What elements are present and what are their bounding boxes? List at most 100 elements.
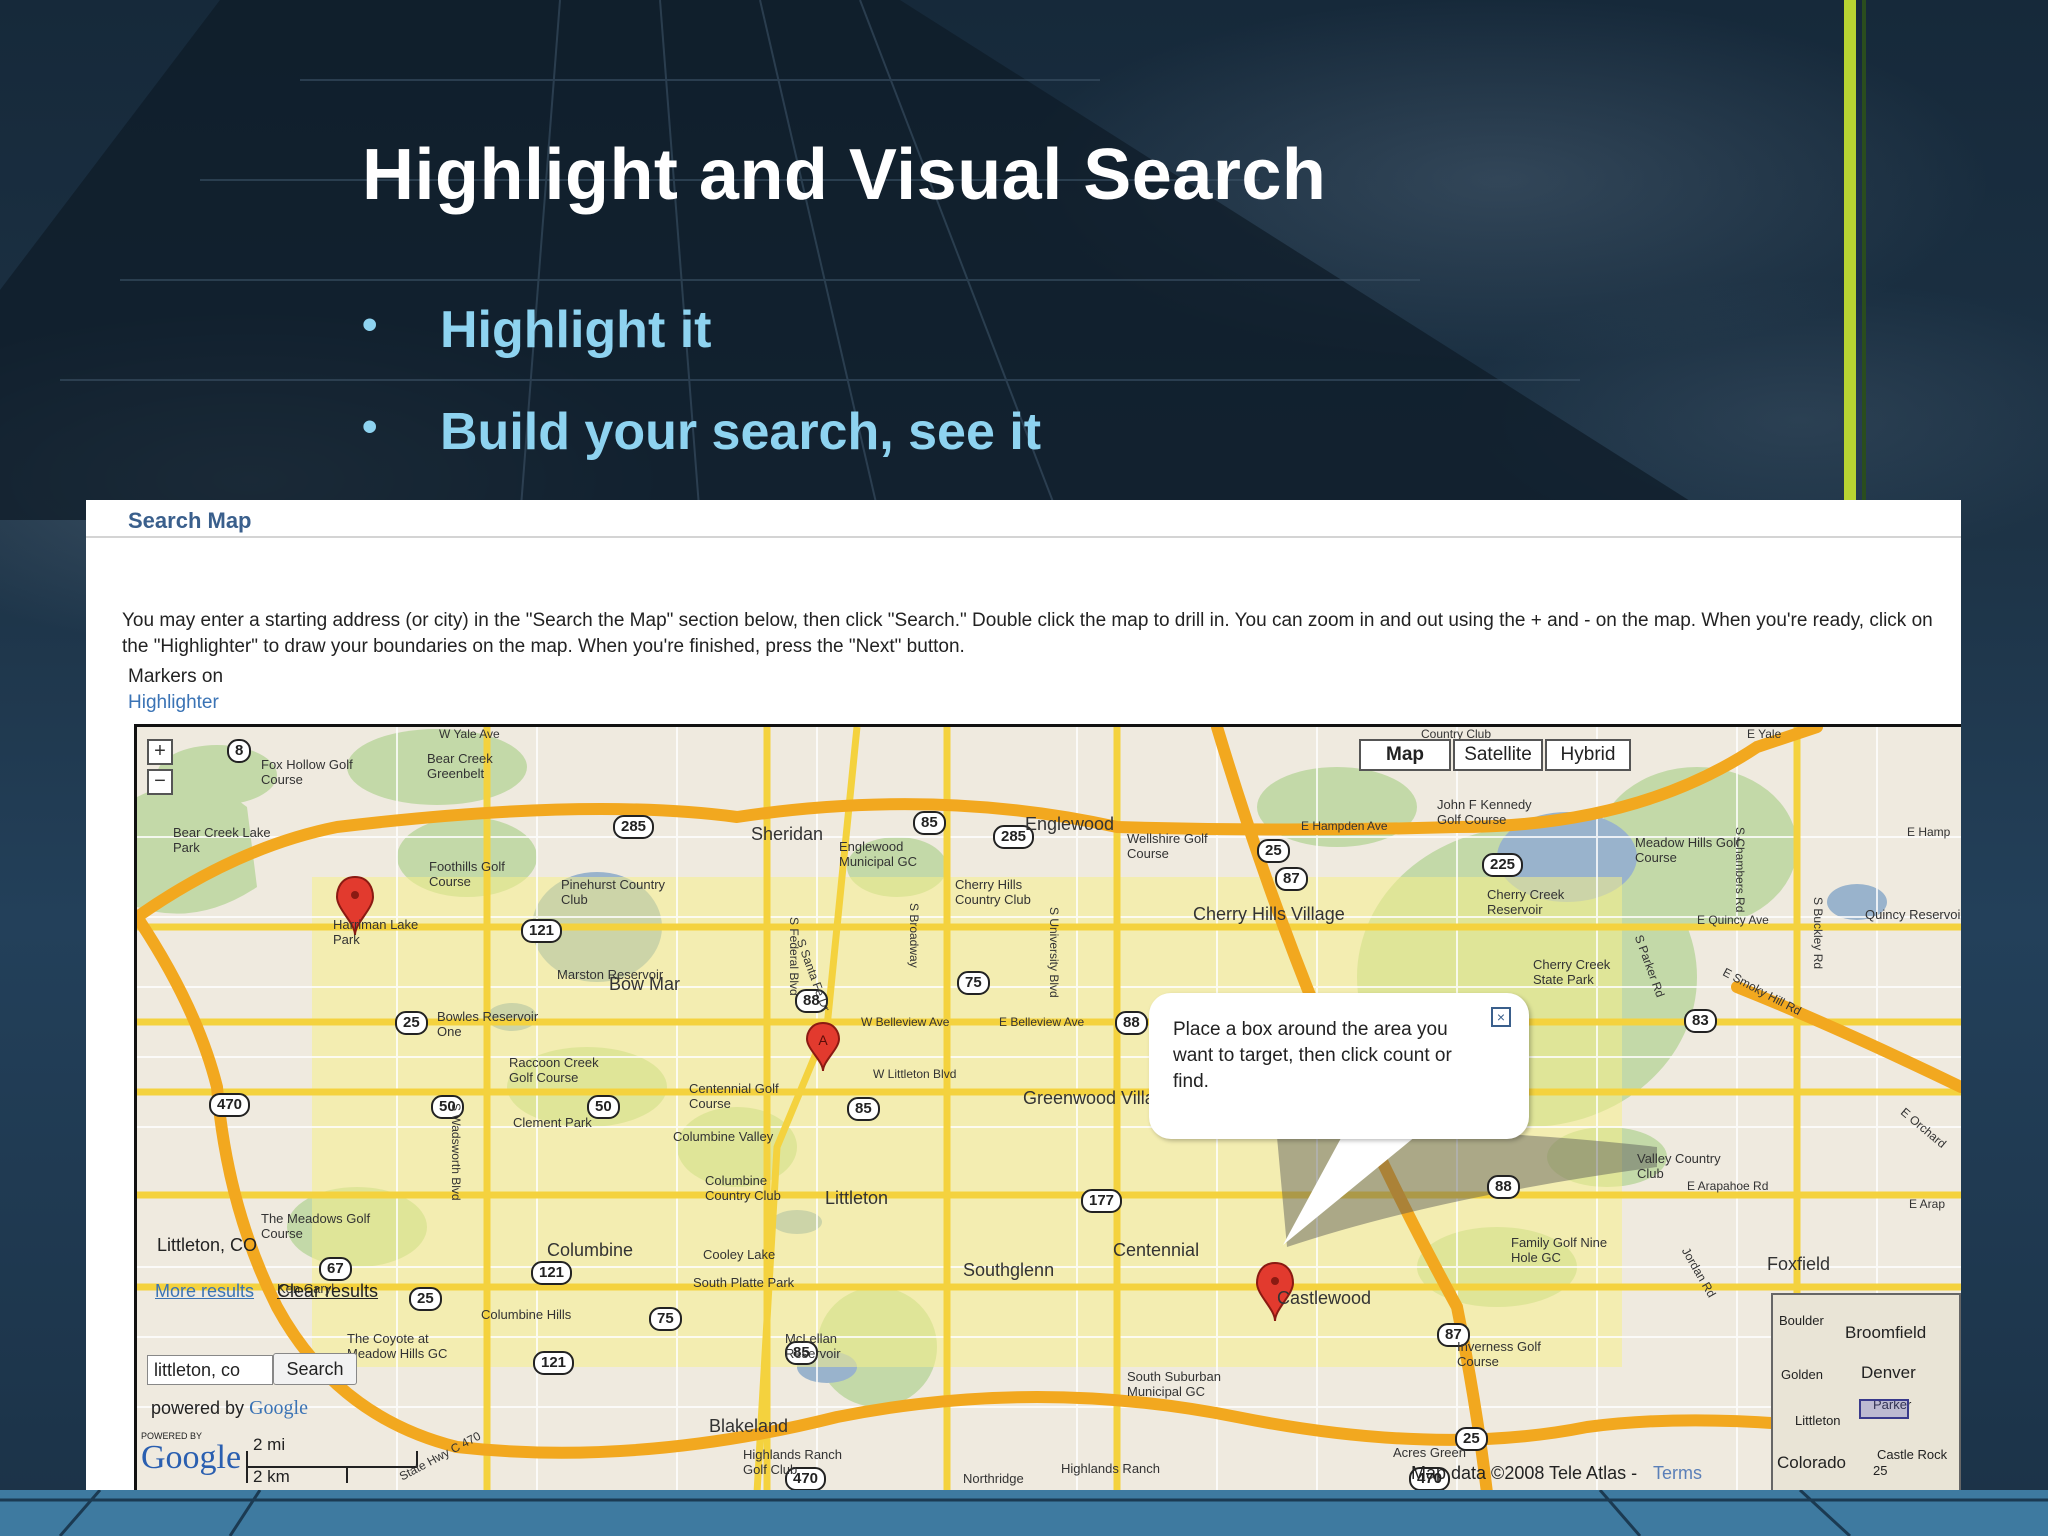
place-label: Cherry Hills Village xyxy=(1193,904,1345,924)
place-label: Cherry Hills Country Club xyxy=(955,877,1031,907)
road-label: W Belleview Ave xyxy=(861,1015,950,1029)
place-label: Harriman Lake Park xyxy=(333,917,419,947)
map-type-satellite-button[interactable]: Satellite xyxy=(1453,739,1543,771)
place-label: Columbine Valley xyxy=(673,1129,774,1144)
google-logo[interactable]: Google xyxy=(141,1439,241,1477)
place-label: Quincy Reservoir xyxy=(1865,907,1961,922)
result-label: Littleton, CO xyxy=(157,1235,258,1255)
place-label: Columbine Hills xyxy=(481,1307,572,1322)
road-label: S Buckley Rd xyxy=(1811,897,1825,970)
place-label: South Suburban Municipal GC xyxy=(1127,1369,1221,1399)
route-shield: 121 xyxy=(521,919,563,943)
route-shield: 285 xyxy=(613,815,655,839)
place-label: Acres Green xyxy=(1393,1445,1466,1460)
route-shield: 121 xyxy=(531,1261,573,1285)
route-shield: 88 xyxy=(1487,1175,1520,1199)
route-shield: 121 xyxy=(533,1351,575,1375)
road-label: W Littleton Blvd xyxy=(873,1067,957,1081)
place-label: Bear Creek Lake Park xyxy=(173,825,271,855)
road-label: S Chambers Rd xyxy=(1733,827,1747,913)
map-type-hybrid-button[interactable]: Hybrid xyxy=(1545,739,1631,771)
road-label: E Yale xyxy=(1747,727,1782,741)
road-label: E Hamp xyxy=(1907,825,1951,839)
place-label: Northridge xyxy=(963,1471,1024,1486)
instruction-callout: Place a box around the area you want to … xyxy=(1149,993,1529,1139)
place-label: Castlewood xyxy=(1277,1288,1372,1308)
map-type-map-button[interactable]: Map xyxy=(1359,739,1451,771)
place-label: Cherry Creek State Park xyxy=(1533,957,1611,987)
clear-results-link[interactable]: Clear results xyxy=(277,1281,378,1302)
map-view[interactable]: A 8 285 85 285 121 25 88 75 88 470 50 50 85 177 67 121 2… xyxy=(134,724,1961,1490)
marker-a-label: A xyxy=(818,1032,828,1048)
place-label: Pinehurst Country Club xyxy=(561,877,666,907)
bullet-list: • Highlight it • Build your search, see it xyxy=(362,300,1041,504)
panel-title: Search Map xyxy=(128,508,252,533)
place-label: Family Golf Nine Hole GC xyxy=(1511,1235,1608,1265)
mini-map-label: Colorado xyxy=(1777,1453,1846,1472)
road-label: E Arapahoe Rd xyxy=(1687,1179,1769,1193)
zoom-in-button[interactable]: + xyxy=(147,739,173,765)
place-label: Bow Mar xyxy=(609,974,681,994)
route-shield: 177 xyxy=(1081,1189,1123,1213)
road-label: S Wadsworth Blvd xyxy=(449,1103,463,1201)
place-label: Raccoon Creek Golf Course xyxy=(509,1055,599,1085)
accent-bar-shadow xyxy=(1862,0,1866,520)
copyright-text: Map data ©2008 Tele Atlas - xyxy=(1411,1463,1638,1483)
more-results-link[interactable]: More results xyxy=(155,1281,254,1302)
route-shield: 225 xyxy=(1482,853,1524,877)
route-shield: 67 xyxy=(319,1257,352,1281)
accent-bar xyxy=(1844,0,1856,520)
route-shield: 88 xyxy=(1115,1011,1148,1035)
road-label: E Hampden Ave xyxy=(1301,819,1388,833)
mini-map-label: Castle Rock xyxy=(1877,1447,1948,1462)
road-label: E Arap xyxy=(1909,1197,1946,1211)
place-label: Cherry Creek Reservoir xyxy=(1487,887,1565,917)
overview-viewport[interactable] xyxy=(1859,1399,1909,1419)
terms-link[interactable]: Terms xyxy=(1653,1463,1702,1484)
place-label: Centennial xyxy=(1113,1240,1200,1260)
bullet-text: Highlight it xyxy=(440,301,712,359)
place-label: McLellan Reservoir xyxy=(785,1331,841,1361)
place-label: The Meadows Golf Course xyxy=(261,1211,371,1241)
highlighter-link[interactable]: Highlighter xyxy=(128,692,219,714)
slide-title: Highlight and Visual Search xyxy=(362,135,1327,215)
place-label: Littleton xyxy=(825,1188,889,1208)
place-label: Southglenn xyxy=(963,1260,1055,1280)
bullet-text: Build your search, see it xyxy=(440,403,1042,461)
place-label: Clement Park xyxy=(513,1115,592,1130)
search-button[interactable]: Search xyxy=(273,1353,357,1385)
bullet-dot: • xyxy=(362,300,378,349)
place-label: Highlands Ranch xyxy=(1061,1461,1161,1476)
route-shield: 25 xyxy=(409,1287,442,1311)
place-label: Valley Country Club xyxy=(1637,1151,1721,1181)
place-label: Englewood Municipal GC xyxy=(839,839,918,869)
place-label: Foothills Golf Course xyxy=(429,859,505,889)
mini-map-label: Broomfield xyxy=(1845,1323,1927,1342)
screenshot-panel: Search Map You may enter a starting addr… xyxy=(86,500,1961,1490)
search-input[interactable]: littleton, co xyxy=(147,1355,273,1385)
road-label: E Belleview Ave xyxy=(999,1015,1085,1029)
route-shield: 87 xyxy=(1275,867,1308,891)
place-label: Columbine xyxy=(547,1240,634,1260)
place-label: Centennial Golf Course xyxy=(689,1081,779,1111)
place-label: South Platte Park xyxy=(693,1275,795,1290)
powered-by-text: powered by xyxy=(151,1398,245,1418)
route-shield: 85 xyxy=(847,1097,880,1121)
instructions-text: You may enter a starting address (or cit… xyxy=(122,610,1933,657)
zoom-out-button[interactable]: − xyxy=(147,769,173,795)
route-shield: 470 xyxy=(209,1093,251,1117)
powered-by-label: powered by Google xyxy=(151,1397,308,1420)
mini-map-label: 25 xyxy=(1873,1463,1888,1478)
route-shield: 83 xyxy=(1684,1009,1717,1033)
place-label: Blakeland xyxy=(709,1416,789,1436)
route-shield: 75 xyxy=(649,1307,682,1331)
bullet-item: • Highlight it xyxy=(362,300,1041,402)
mini-map-label: Golden xyxy=(1781,1367,1823,1382)
close-icon[interactable]: × xyxy=(1491,1007,1511,1027)
overview-map[interactable]: Boulder Broomfield Golden Denver Parker Littl… xyxy=(1771,1293,1961,1490)
place-label: Highlands Ranch Golf Club xyxy=(743,1447,843,1477)
place-label: The Coyote at Meadow Hills GC xyxy=(347,1331,448,1361)
place-label: Bear Creek Greenbelt xyxy=(427,751,493,781)
place-label: Sheridan xyxy=(751,824,824,844)
mini-map-label: Denver xyxy=(1861,1363,1916,1382)
